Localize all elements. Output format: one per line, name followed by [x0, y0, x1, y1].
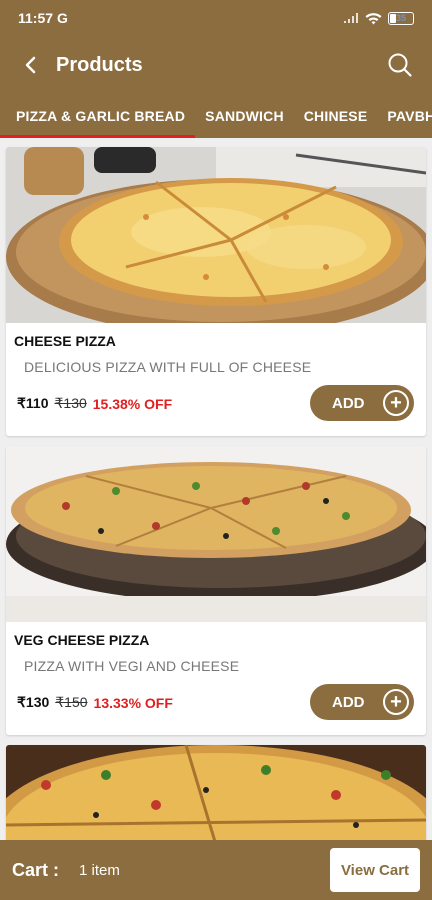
add-button-label: ADD	[332, 394, 365, 412]
product-card[interactable]: CHEESE PIZZA DELICIOUS PIZZA WITH FULL O…	[6, 147, 426, 436]
status-bar: 11:57 G 35	[0, 0, 432, 36]
product-list[interactable]: CHEESE PIZZA DELICIOUS PIZZA WITH FULL O…	[0, 138, 432, 840]
product-name: VEG CHEESE PIZZA	[14, 632, 150, 648]
cart-item-count: 1 item	[79, 861, 120, 879]
cart-bar: Cart : 1 item View Cart	[0, 840, 432, 900]
carrier-g-icon: G	[57, 10, 68, 26]
wifi-icon	[365, 12, 382, 24]
cheese-pizza-image	[6, 147, 426, 323]
discount-label: 15.38% OFF	[92, 395, 173, 412]
status-time: 11:57	[18, 10, 54, 26]
battery-level: 35	[395, 13, 406, 23]
product-description: DELICIOUS PIZZA WITH FULL OF CHEESE	[24, 359, 312, 375]
add-button[interactable]: ADD +	[310, 684, 414, 720]
product-card[interactable]	[6, 745, 426, 840]
add-button[interactable]: ADD +	[310, 385, 414, 421]
veg-cheese-pizza-image	[6, 446, 426, 622]
signal-icon	[344, 13, 358, 23]
product-description: PIZZA WITH VEGI AND CHEESE	[24, 658, 240, 674]
category-tabs: PIZZA & GARLIC BREAD SANDWICH CHINESE PA…	[0, 94, 432, 138]
search-icon[interactable]	[386, 51, 414, 79]
product-info: CHEESE PIZZA DELICIOUS PIZZA WITH FULL O…	[6, 323, 426, 436]
cart-label: Cart :	[12, 859, 60, 880]
product-price: ₹130	[17, 694, 50, 710]
back-button[interactable]	[18, 53, 42, 77]
pizza-image	[6, 745, 426, 840]
product-mrp: ₹130	[54, 395, 87, 411]
plus-icon: +	[383, 390, 409, 416]
tab-sandwich[interactable]: SANDWICH	[195, 94, 294, 138]
view-cart-button[interactable]: View Cart	[330, 848, 420, 892]
add-button-label: ADD	[332, 693, 365, 711]
app-bar: Products	[0, 36, 432, 94]
price-row: ₹110 ₹130 15.38% OFF	[17, 395, 172, 412]
tab-chinese[interactable]: CHINESE	[294, 94, 378, 138]
plus-icon: +	[383, 689, 409, 715]
chevron-left-icon	[25, 56, 36, 74]
discount-label: 13.33% OFF	[93, 694, 173, 711]
price-row: ₹130 ₹150 13.33% OFF	[17, 694, 173, 711]
tab-pavbhaji[interactable]: PAVBH	[377, 94, 432, 138]
product-info: VEG CHEESE PIZZA PIZZA WITH VEGI AND CHE…	[6, 622, 426, 735]
tab-pizza-garlic-bread[interactable]: PIZZA & GARLIC BREAD	[0, 94, 196, 138]
battery-icon: 35	[388, 11, 414, 25]
status-icons: 35	[343, 11, 414, 25]
product-card[interactable]: VEG CHEESE PIZZA PIZZA WITH VEGI AND CHE…	[6, 446, 426, 735]
product-name: CHEESE PIZZA	[14, 333, 116, 349]
product-mrp: ₹150	[55, 694, 88, 710]
page-title: Products	[56, 53, 143, 76]
product-price: ₹110	[17, 395, 49, 411]
